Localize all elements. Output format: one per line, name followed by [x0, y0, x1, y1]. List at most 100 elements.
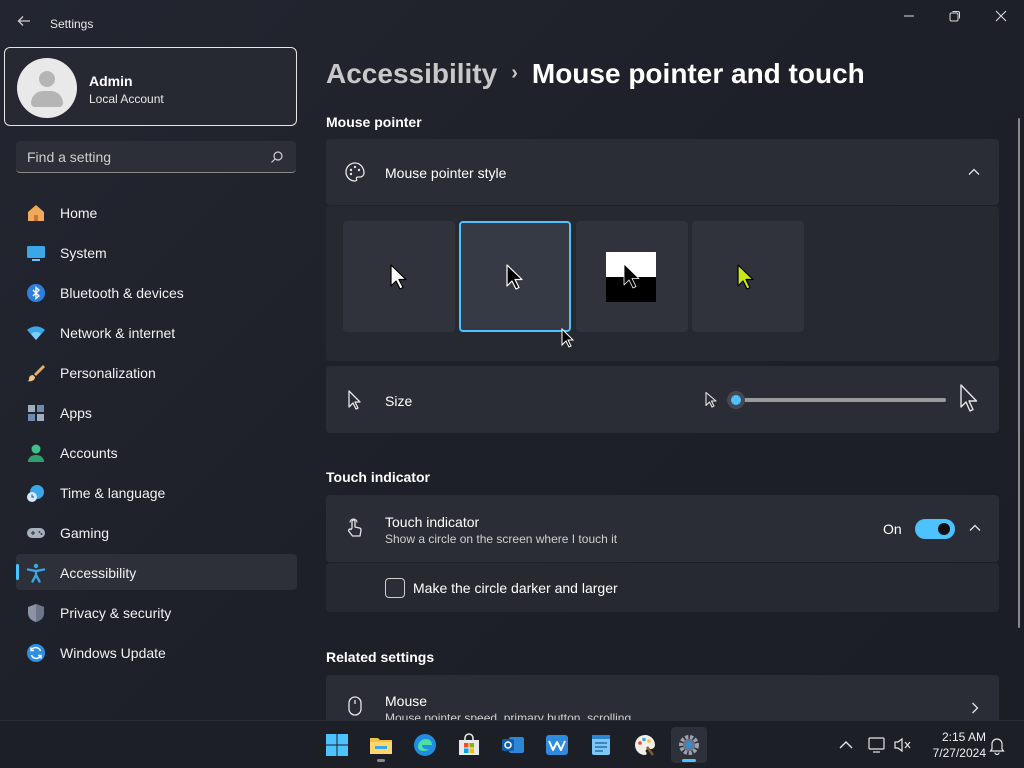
sidebar-item-system[interactable]: System	[16, 234, 297, 270]
sidebar-item-time-language[interactable]: Time & language	[16, 474, 297, 510]
sidebar-item-accounts[interactable]: Accounts	[16, 434, 297, 470]
search-input[interactable]: Find a setting	[16, 141, 296, 173]
whiteboard-icon	[546, 735, 568, 755]
sidebar-item-label: Accessibility	[60, 565, 137, 581]
window-title: Settings	[50, 17, 94, 31]
system-icon	[27, 246, 45, 261]
sidebar-item-apps[interactable]: Apps	[16, 394, 297, 430]
back-arrow-icon[interactable]	[14, 13, 34, 33]
pointer-size-slider-thumb[interactable]	[727, 391, 745, 409]
toggle-state-label: On	[883, 521, 902, 537]
large-pointer-icon	[960, 384, 978, 412]
taskbar: 2:15 AM 7/27/2024	[0, 720, 1024, 768]
related-mouse-description: Mouse pointer speed, primary button, scr…	[385, 711, 632, 720]
breadcrumb-separator: ›	[511, 62, 518, 84]
taskbar-clock[interactable]: 2:15 AM 7/27/2024	[918, 729, 986, 761]
inverted-pointer-icon	[606, 252, 656, 302]
apps-icon	[28, 405, 44, 421]
sidebar-item-label: Personalization	[60, 365, 156, 381]
section-title-related-settings: Related settings	[326, 649, 435, 665]
taskbar-whiteboard[interactable]	[539, 727, 575, 763]
small-pointer-icon	[705, 391, 717, 408]
sidebar-item-accessibility[interactable]: Accessibility	[16, 554, 297, 590]
avatar	[17, 58, 77, 118]
volume-muted-icon[interactable]	[892, 735, 912, 755]
start-icon	[326, 734, 348, 756]
darker-larger-checkbox[interactable]	[385, 578, 405, 598]
sidebar-item-label: Apps	[60, 405, 92, 421]
touch-indicator-toggle[interactable]	[915, 519, 955, 539]
breadcrumb-parent[interactable]: Accessibility	[326, 58, 497, 89]
mouse-icon	[348, 696, 362, 716]
taskbar-outlook[interactable]	[495, 727, 531, 763]
sidebar-item-label: Accounts	[60, 445, 118, 461]
pointer-style-black[interactable]	[459, 221, 571, 332]
title-bar: Settings	[0, 0, 1024, 46]
chevron-up-icon[interactable]	[836, 735, 856, 755]
settings-window: Settings Admin Local Account Find a sett…	[0, 0, 1024, 720]
sidebar-item-gaming[interactable]: Gaming	[16, 514, 297, 550]
close-button[interactable]	[978, 0, 1024, 32]
pointer-size-slider-track[interactable]	[736, 398, 946, 402]
taskbar-notepad[interactable]	[583, 727, 619, 763]
sidebar-item-label: Windows Update	[60, 645, 166, 661]
size-label: Size	[385, 393, 413, 409]
gamepad-icon	[27, 528, 45, 538]
mouse-pointer-style-label: Mouse pointer style	[385, 165, 507, 181]
search-icon	[271, 151, 283, 163]
clock-date: 7/27/2024	[932, 746, 986, 760]
chevron-up-icon[interactable]	[968, 521, 982, 535]
touch-hand-icon	[347, 518, 362, 537]
sidebar-item-label: Time & language	[60, 485, 166, 501]
wifi-icon	[27, 326, 45, 340]
accounts-icon	[28, 444, 44, 462]
sidebar-item-personalization[interactable]: Personalization	[16, 354, 297, 390]
breadcrumb: Accessibility › Mouse pointer and touch	[326, 58, 865, 90]
store-icon	[459, 733, 479, 755]
taskbar-paint[interactable]	[627, 727, 663, 763]
section-title-touch-indicator: Touch indicator	[326, 469, 430, 485]
touch-indicator-label: Touch indicator	[385, 514, 480, 530]
minimize-button[interactable]	[886, 0, 932, 32]
sidebar-item-windows-update[interactable]: Windows Update	[16, 634, 297, 670]
notification-bell-icon[interactable]	[987, 735, 1007, 755]
time-language-icon	[27, 485, 44, 502]
pointer-icon	[348, 390, 361, 410]
sidebar-item-home[interactable]: Home	[16, 194, 297, 230]
taskbar-file-explorer[interactable]	[363, 727, 399, 763]
taskbar-settings[interactable]	[671, 727, 707, 763]
chevron-right-icon	[972, 702, 979, 714]
sidebar-item-label: Gaming	[60, 525, 110, 541]
start-button[interactable]	[319, 727, 355, 763]
chevron-up-icon[interactable]	[967, 165, 981, 179]
pointer-style-white[interactable]	[343, 221, 455, 332]
sidebar-item-network[interactable]: Network & internet	[16, 314, 297, 350]
white-pointer-icon	[390, 264, 407, 290]
custom-color-pointer-icon	[737, 264, 754, 290]
shield-icon	[28, 604, 44, 622]
pointer-style-inverted[interactable]	[576, 221, 688, 332]
accessibility-icon	[26, 563, 46, 583]
black-pointer-icon	[506, 264, 523, 290]
user-name: Admin	[89, 73, 133, 89]
pointer-style-custom[interactable]	[692, 221, 804, 332]
related-mouse-label: Mouse	[385, 693, 428, 709]
restore-button[interactable]	[932, 0, 978, 32]
sidebar-item-bluetooth[interactable]: Bluetooth & devices	[16, 274, 297, 310]
outlook-icon	[502, 737, 524, 753]
scrollbar[interactable]	[1018, 118, 1020, 628]
user-profile-card[interactable]: Admin Local Account	[4, 47, 297, 126]
sidebar-item-label: Bluetooth & devices	[60, 285, 184, 301]
palette-icon	[345, 162, 365, 182]
brush-icon	[27, 365, 45, 382]
file-explorer-icon	[370, 738, 392, 754]
mouse-pointer-style-header[interactable]: Mouse pointer style	[326, 139, 999, 205]
sidebar-item-privacy-security[interactable]: Privacy & security	[16, 594, 297, 630]
network-icon[interactable]	[867, 735, 887, 755]
related-mouse-row[interactable]: Mouse Mouse pointer speed, primary butto…	[326, 675, 999, 720]
touch-indicator-description: Show a circle on the screen where I touc…	[385, 532, 618, 546]
paint-icon	[635, 735, 655, 756]
darker-larger-label: Make the circle darker and larger	[413, 580, 618, 596]
taskbar-edge[interactable]	[407, 727, 443, 763]
taskbar-store[interactable]	[451, 727, 487, 763]
